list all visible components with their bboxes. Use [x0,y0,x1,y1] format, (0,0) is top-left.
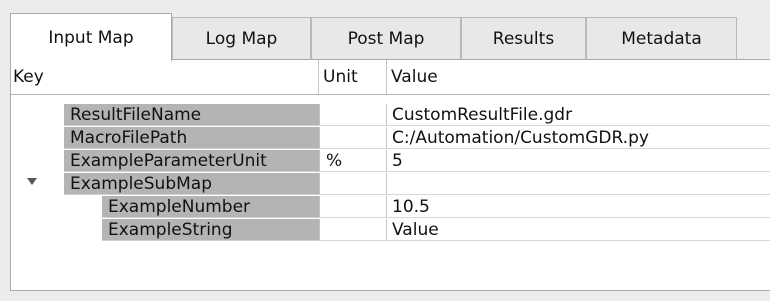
key-cell: ResultFileName [64,104,319,126]
tab-results[interactable]: Results [461,17,586,60]
key-cell: ExampleString [102,219,319,241]
unit-cell[interactable]: % [319,150,387,172]
panel-bottom-border [10,290,770,291]
tab-label: Metadata [621,29,702,49]
table-row[interactable]: ResultFileName CustomResultFile.gdr [11,104,770,127]
tab-label: Log Map [205,29,278,49]
unit-cell[interactable] [319,104,387,126]
key-cell: ExampleNumber [102,196,319,218]
table-header: Key Unit Value [11,60,770,95]
column-header-unit[interactable]: Unit [319,60,387,94]
value-cell[interactable]: C:/Automation/CustomGDR.py [387,127,770,149]
tab-label: Post Map [347,29,425,49]
tab-label: Results [492,29,555,49]
column-header-key[interactable]: Key [11,60,319,94]
table-row[interactable]: MacroFilePath C:/Automation/CustomGDR.py [11,127,770,150]
column-header-value[interactable]: Value [387,60,770,94]
value-cell[interactable] [387,173,770,195]
key-cell: MacroFilePath [64,127,319,149]
unit-cell[interactable] [319,219,387,241]
value-cell[interactable]: 10.5 [387,196,770,218]
value-cell[interactable]: CustomResultFile.gdr [387,104,770,126]
unit-cell[interactable] [319,127,387,149]
tree-table: Key Unit Value ResultFileName CustomResu… [10,59,770,291]
chevron-down-icon[interactable] [27,178,37,185]
tab-log-map[interactable]: Log Map [172,17,311,60]
tab-input-map[interactable]: Input Map [10,13,172,61]
value-cell[interactable]: 5 [387,150,770,172]
table-row[interactable]: ExampleString Value [11,219,770,242]
key-cell: ExampleSubMap [64,173,319,195]
unit-cell[interactable] [319,173,387,195]
table-row[interactable]: ExampleNumber 10.5 [11,196,770,219]
tab-post-map[interactable]: Post Map [311,17,461,60]
table-row[interactable]: ExampleParameterUnit % 5 [11,150,770,173]
unit-cell[interactable] [319,196,387,218]
table-row[interactable]: ExampleSubMap [11,173,770,196]
tab-label: Input Map [48,27,134,48]
key-cell: ExampleParameterUnit [64,150,319,172]
value-cell[interactable]: Value [387,219,770,241]
tab-metadata[interactable]: Metadata [586,17,737,60]
tab-bar: Input Map Log Map Post Map Results Metad… [10,13,770,61]
